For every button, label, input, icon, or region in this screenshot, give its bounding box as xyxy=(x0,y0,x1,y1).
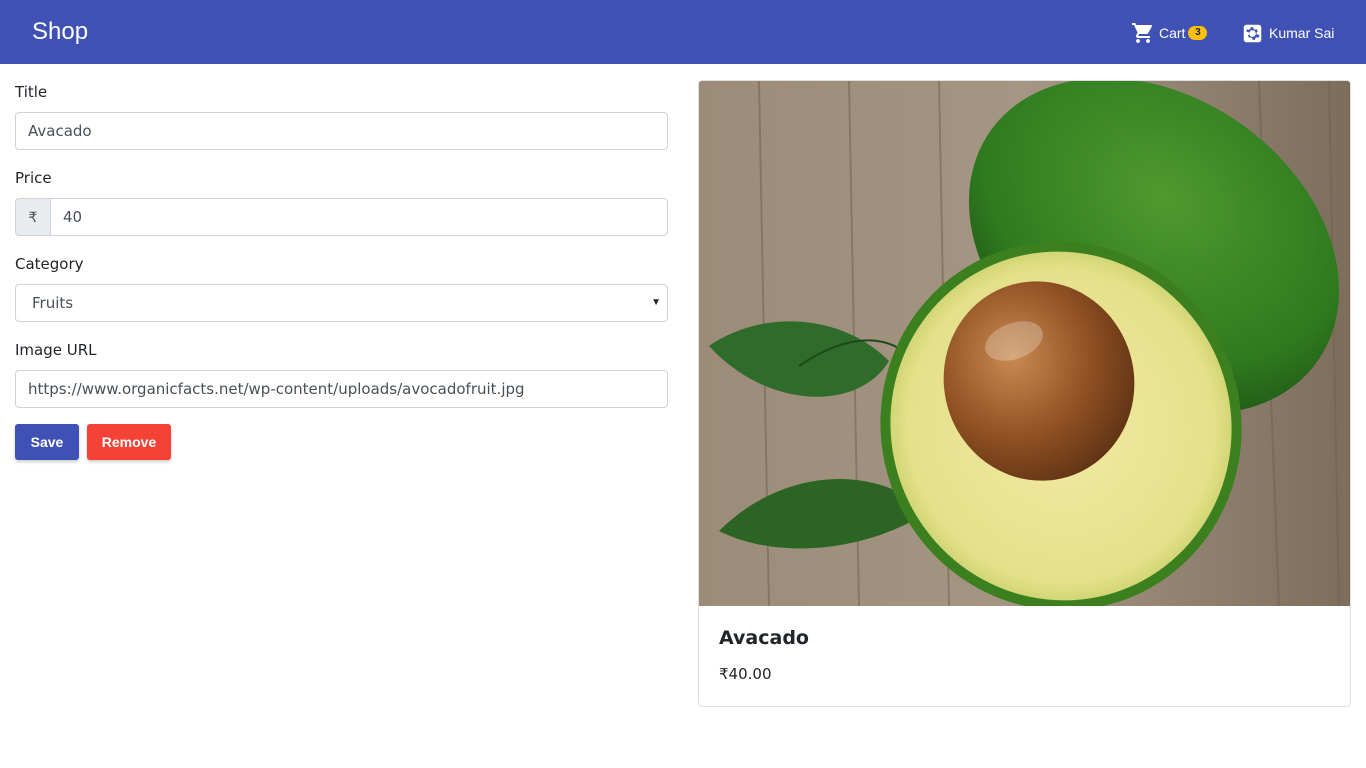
brand-link[interactable]: Shop xyxy=(32,16,88,48)
save-button[interactable]: Save xyxy=(15,424,79,460)
shopping-cart-icon xyxy=(1132,23,1153,43)
card-price: ₹40.00 xyxy=(719,665,772,683)
image-url-label: Image URL xyxy=(15,341,97,359)
category-selected-value: Fruits xyxy=(15,284,668,322)
product-preview-card: Avacado ₹40.00 xyxy=(698,80,1351,707)
settings-icon xyxy=(1243,24,1262,42)
user-name: Kumar Sai xyxy=(1269,25,1335,41)
cart-count-badge: 3 xyxy=(1188,26,1208,40)
cart-link[interactable]: Cart 3 xyxy=(1131,20,1208,46)
category-label: Category xyxy=(15,255,84,273)
remove-button[interactable]: Remove xyxy=(87,424,171,460)
navbar: Shop Cart 3 Kumar Sai xyxy=(0,0,1366,64)
currency-addon: ₹ xyxy=(15,198,50,236)
category-group: Category Fruits ▼ xyxy=(15,252,668,322)
image-url-group: Image URL https://www.organicfacts.net/w… xyxy=(15,338,668,408)
image-url-input[interactable]: https://www.organicfacts.net/wp-content/… xyxy=(15,370,668,408)
card-title: Avacado xyxy=(719,627,809,649)
price-group: Price ₹ 40 xyxy=(15,166,668,236)
cart-label: Cart xyxy=(1159,25,1186,41)
category-select[interactable]: Fruits ▼ xyxy=(15,284,668,322)
price-input[interactable]: 40 xyxy=(50,198,668,236)
product-image xyxy=(699,81,1350,606)
price-input-group: ₹ 40 xyxy=(15,198,668,236)
title-label: Title xyxy=(15,83,48,101)
title-input[interactable]: Avacado xyxy=(15,112,668,150)
user-menu[interactable]: Kumar Sai xyxy=(1242,20,1334,46)
caret-down-icon: ▼ xyxy=(651,297,661,308)
title-group: Title Avacado xyxy=(15,80,668,150)
price-label: Price xyxy=(15,169,52,187)
